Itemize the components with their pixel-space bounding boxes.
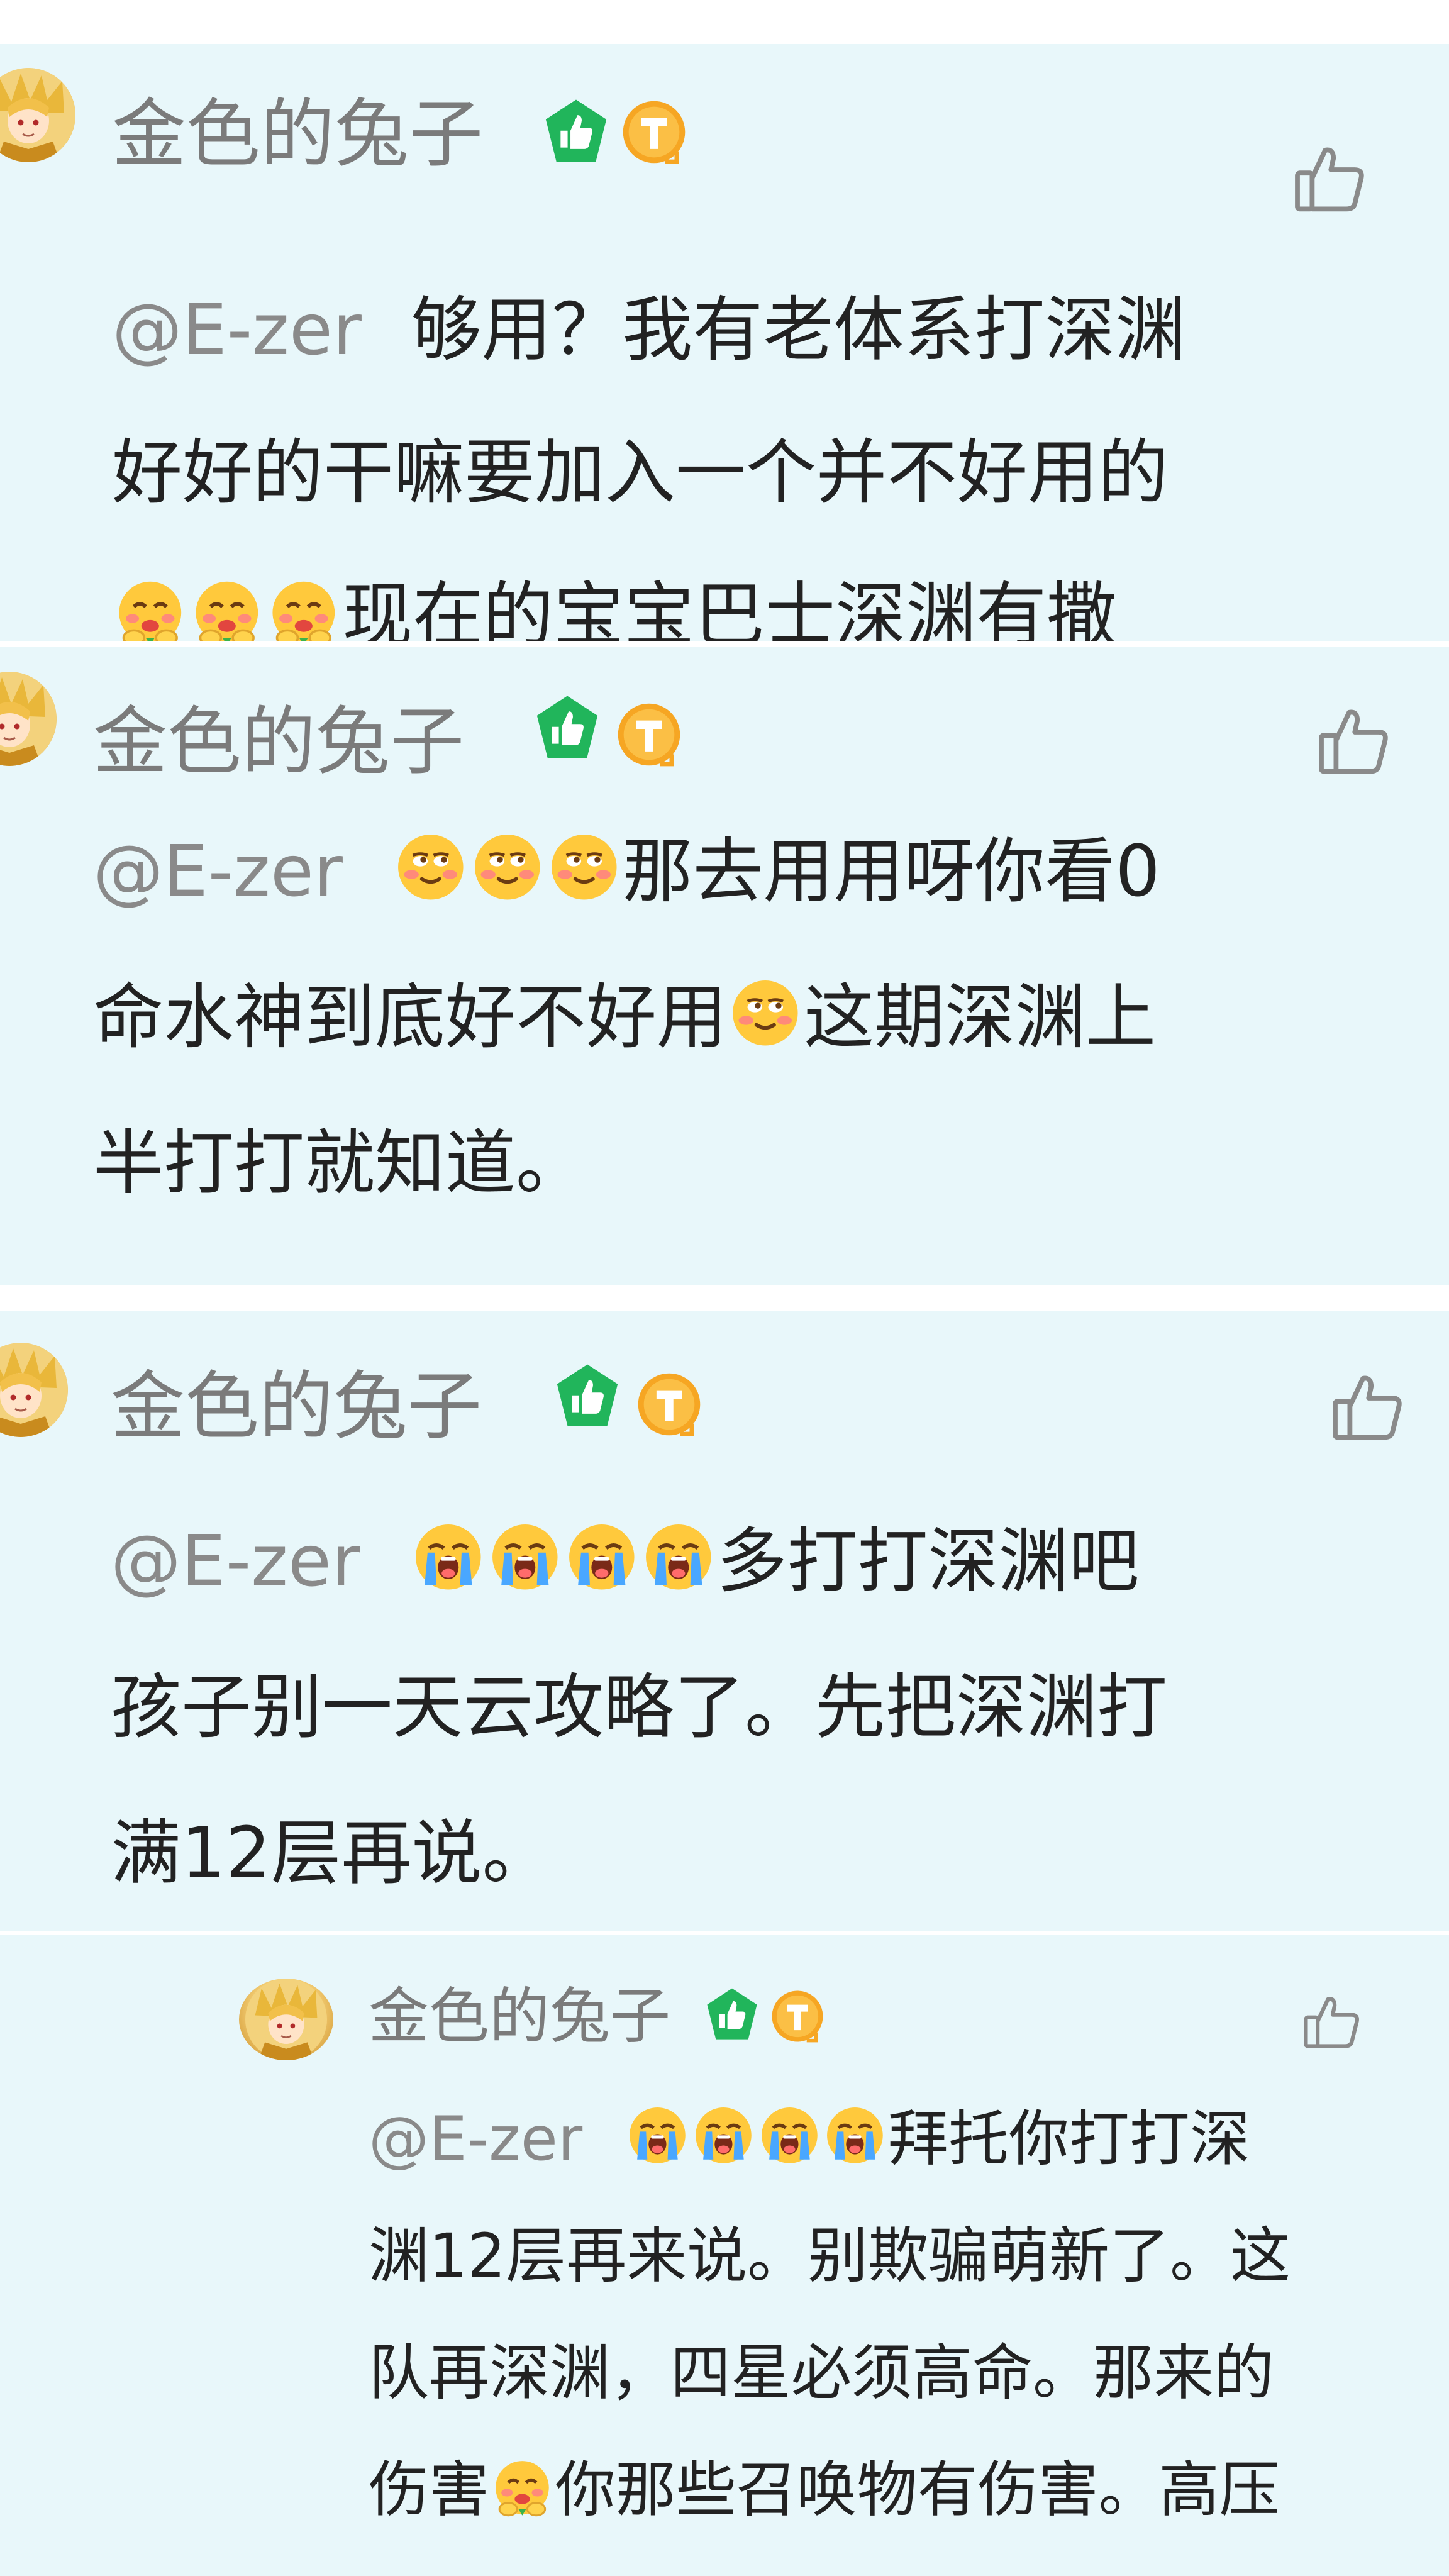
comment-text: 好好的干嘛要加入一个并不好用的 [112, 432, 1169, 514]
avatar[interactable] [0, 68, 75, 162]
comment-text: 现在的宝宝巴士深渊有撒 [342, 575, 1118, 641]
comment-line: @E-zer 那去用用呀你看0 [93, 799, 1414, 945]
crying-emoji [758, 2104, 821, 2167]
comment-line: 满12层再说。 [111, 1780, 1419, 1926]
smug-emoji [394, 830, 468, 904]
comment-text: 满12层再说。 [111, 1813, 553, 1894]
comment-text: 那去用用呀你看0 [622, 831, 1160, 913]
comment-body: @E-zer 那去用用呀你看0 命水神到底好不好用 这期深渊上 半打打就知道。 [93, 799, 1414, 1236]
comment-line: 渊12层再来说。别欺骗萌新了。这 [369, 2197, 1425, 2314]
comment-text: 多打打深渊吧 [716, 1521, 1140, 1602]
crying-emoji [626, 2104, 689, 2167]
comment-card: 金色的兔子 @E-zer 多打打深渊吧孩子别一天云攻略了。先把深渊打 满12层再说… [0, 1311, 1449, 1931]
level-badge-icon [703, 1986, 761, 2044]
mention-link[interactable]: @E-zer [93, 831, 343, 913]
mention-link[interactable]: @E-zer [369, 2104, 582, 2174]
comment-line: 半打打就知道。 [93, 1091, 1414, 1236]
comment-body: @E-zer 拜托你打打深渊12层再来说。别欺骗萌新了。这 队再深渊，四星必须高命… [369, 2080, 1425, 2548]
username[interactable]: 金色的兔子 [112, 97, 483, 171]
comment-body: @E-zer 多打打深渊吧孩子别一天云攻略了。先把深渊打 满12层再说。 [111, 1489, 1419, 1926]
crying-emoji [488, 1520, 562, 1594]
comment-line: @E-zer 多打打深渊吧 [111, 1489, 1419, 1635]
thumbs-up-icon[interactable] [1327, 1365, 1409, 1447]
drool-emoji [267, 574, 341, 641]
reply-card: 金色的兔子 @E-zer 拜托你打打深渊12层再来说。别欺骗萌新了。这 队再深渊，… [0, 1935, 1449, 2576]
comment-text: 这期深渊上 [804, 977, 1157, 1058]
coin-badge-icon [614, 699, 684, 770]
comment-text: 队再深渊，四星必须高命。那来的 [369, 2338, 1274, 2408]
drool-emoji [491, 2455, 554, 2518]
comment-text: 渊12层再来说。别欺骗萌新了。这 [369, 2221, 1291, 2291]
avatar[interactable] [239, 1979, 333, 2060]
comment-body: @E-zer 够用？我有老体系打深渊好好的干嘛要加入一个并不好用的 现在的宝宝巴士… [112, 259, 1407, 641]
smug-emoji [470, 830, 545, 904]
comment-line: 好好的干嘛要加入一个并不好用的 [112, 402, 1407, 545]
smug-emoji [547, 830, 621, 904]
crying-emoji [823, 2104, 887, 2167]
comment-card: 金色的兔子 @E-zer 够用？我有老体系打深渊好好的干嘛要加入一个并不好用的 现… [0, 44, 1449, 641]
drool-emoji [113, 574, 187, 641]
thumbs-up-icon[interactable] [1299, 1989, 1365, 2054]
comment-line: @E-zer 够用？我有老体系打深渊 [112, 259, 1407, 402]
coin-badge-icon [634, 1369, 704, 1440]
comment-text: 拜托你打打深 [887, 2104, 1250, 2174]
comment-line: @E-zer 拜托你打打深 [369, 2080, 1425, 2197]
comment-text: 孩子别一天云攻略了。先把深渊打 [111, 1667, 1167, 1748]
mention-link[interactable]: @E-zer [112, 289, 362, 371]
drool-emoji [190, 574, 264, 641]
crying-emoji [692, 2104, 755, 2167]
crying-emoji [411, 1520, 486, 1594]
comment-text: 半打打就知道。 [93, 1123, 586, 1204]
username[interactable]: 金色的兔子 [93, 704, 464, 779]
username[interactable]: 金色的兔子 [369, 1986, 670, 2046]
comment-line: 孩子别一天云攻略了。先把深渊打 [111, 1635, 1419, 1780]
comment-card: 金色的兔子 @E-zer 那去用用呀你看0 命水神到底好不好用 这期深渊上 半打… [0, 647, 1449, 1285]
coin-badge-icon [769, 1987, 826, 2045]
comment-line: 队再深渊，四星必须高命。那来的 [369, 2314, 1425, 2431]
level-badge-icon [541, 97, 611, 167]
level-badge-icon [552, 1362, 623, 1432]
mention-link[interactable]: @E-zer [111, 1521, 360, 1602]
avatar[interactable] [0, 1343, 68, 1437]
comment-text: 你那些召唤物有伤害。高压 [555, 2455, 1280, 2525]
coin-badge-icon [619, 97, 689, 167]
avatar[interactable] [0, 672, 57, 766]
smug-emoji [728, 976, 802, 1050]
level-badge-icon [532, 693, 602, 763]
comment-text: 够用？我有老体系打深渊 [411, 289, 1186, 371]
thumbs-up-icon[interactable] [1313, 699, 1395, 781]
comment-text: 伤害 [369, 2455, 489, 2525]
comment-line: 伤害 你那些召唤物有伤害。高压 [369, 2431, 1425, 2548]
crying-emoji [641, 1520, 716, 1594]
thumbs-up-icon[interactable] [1289, 137, 1371, 219]
comment-line: 现在的宝宝巴士深渊有撒 [112, 545, 1407, 641]
comment-text: 命水神到底好不好用 [93, 977, 727, 1058]
crying-emoji [565, 1520, 639, 1594]
username[interactable]: 金色的兔子 [111, 1369, 482, 1443]
comment-line: 命水神到底好不好用 这期深渊上 [93, 945, 1414, 1091]
